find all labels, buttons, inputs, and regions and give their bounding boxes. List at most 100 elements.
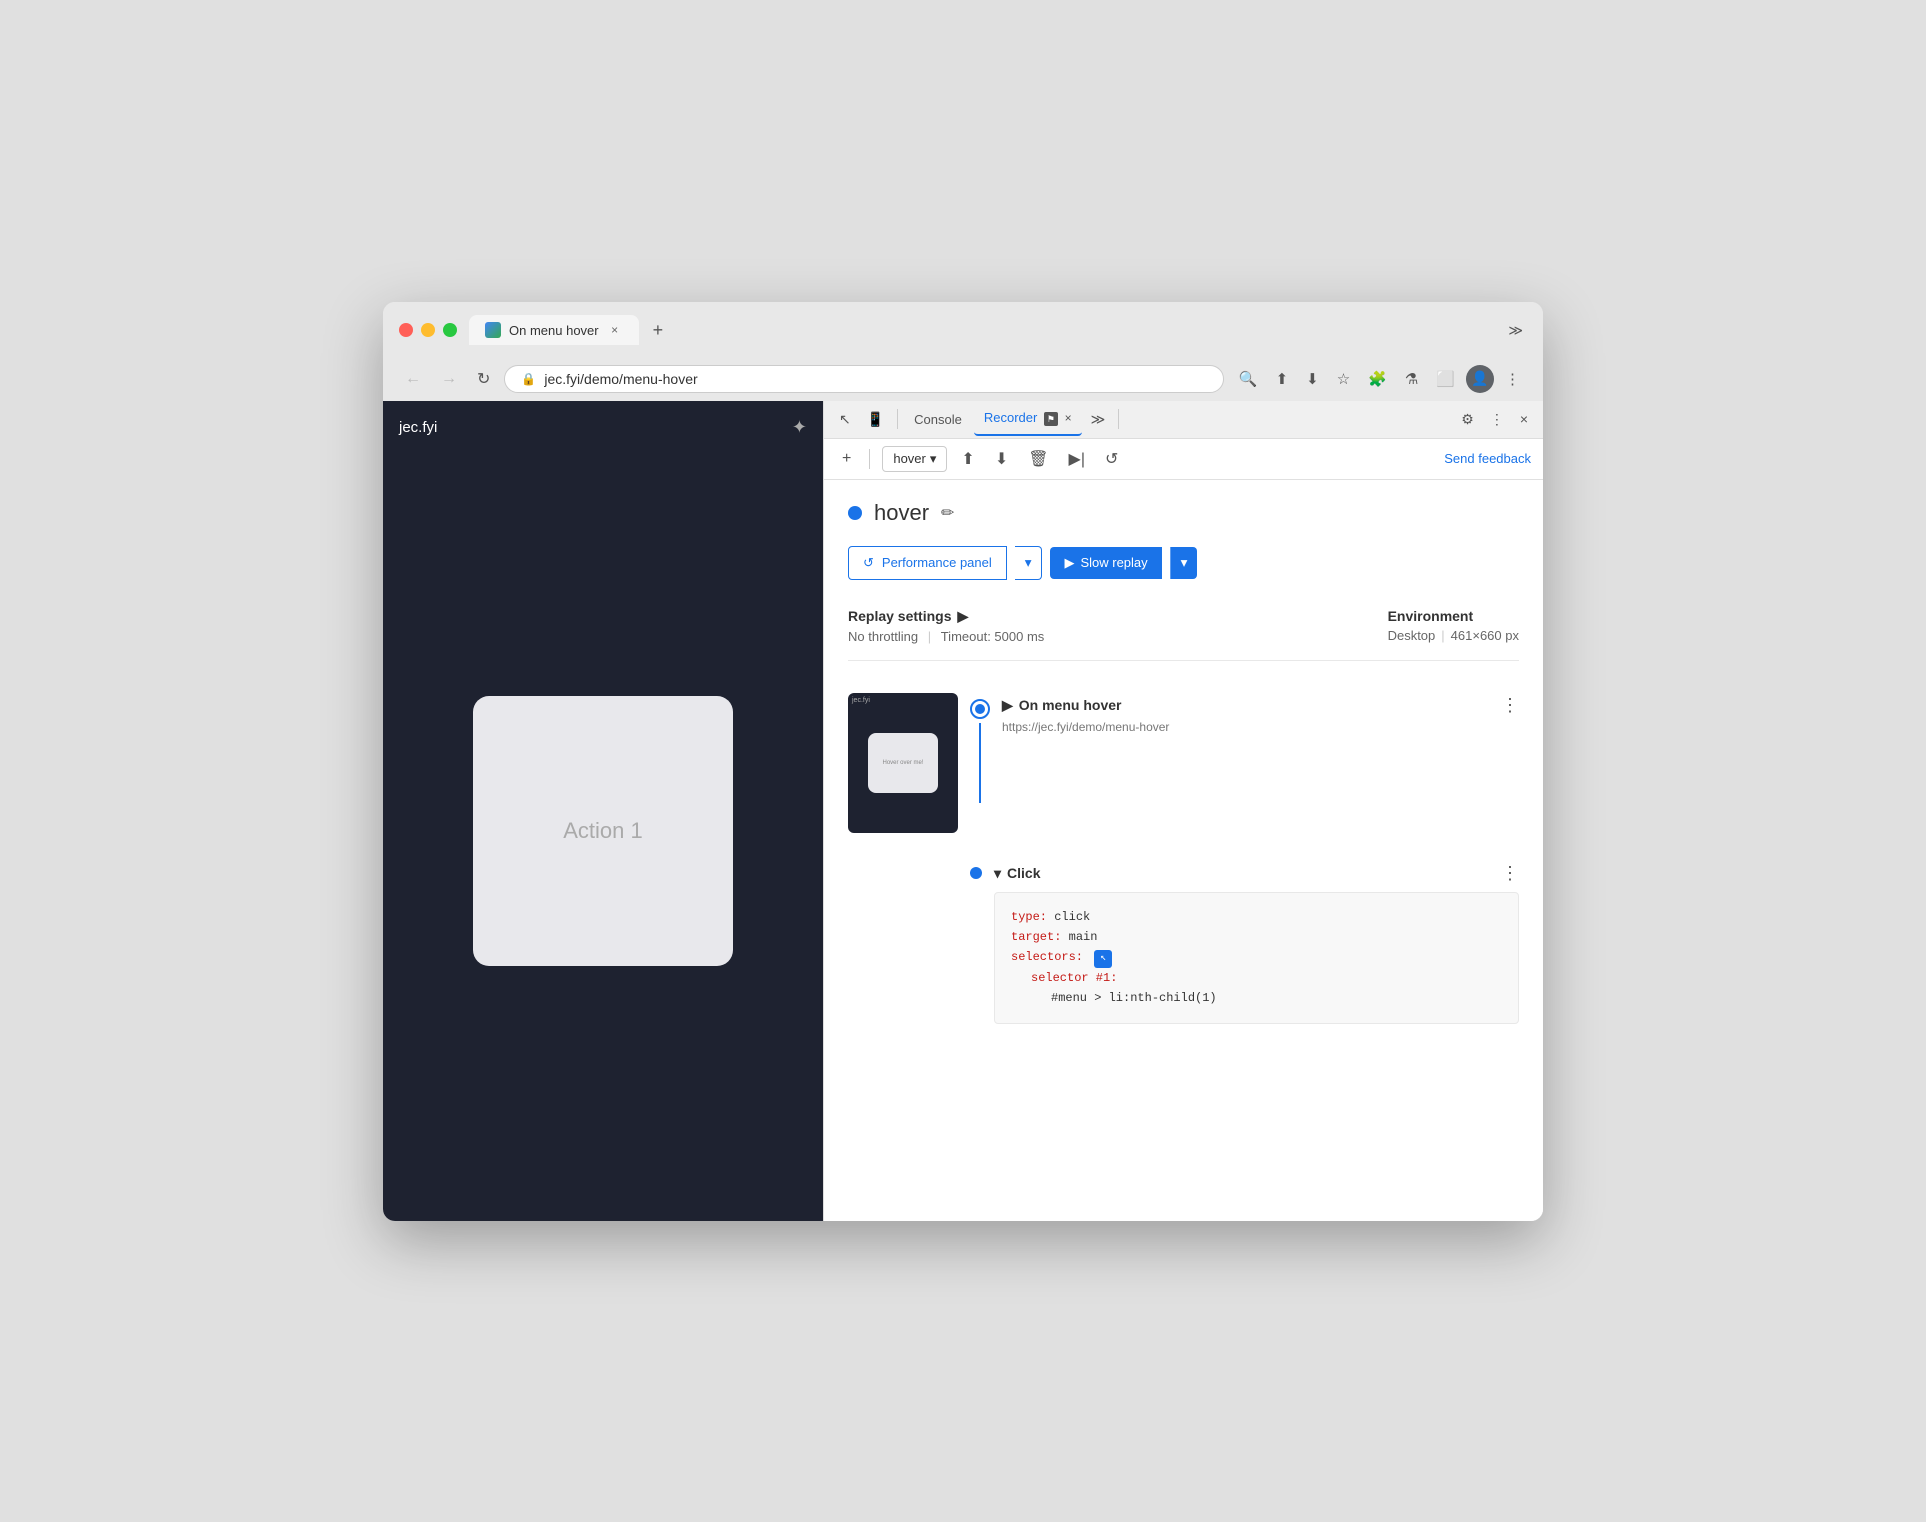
step-1-url: https://jec.fyi/demo/menu-hover xyxy=(1002,720,1519,734)
type-value: click xyxy=(1054,910,1090,924)
export-button[interactable]: ⬆ xyxy=(955,445,980,473)
slow-replay-button[interactable]: ▶ Slow replay xyxy=(1050,547,1161,579)
download-button[interactable]: ⬇ xyxy=(1299,365,1326,393)
replay-settings-label[interactable]: Replay settings ▶ xyxy=(848,608,1044,625)
replay-settings-arrow: ▶ xyxy=(957,608,968,625)
step-2-content: ▾ Click ⋮ type: click xyxy=(994,861,1519,1024)
import-button[interactable]: ⬇ xyxy=(989,445,1014,473)
step-1-title: On menu hover xyxy=(1019,697,1122,713)
step-1-more-button[interactable]: ⋮ xyxy=(1501,695,1519,716)
device-mode-button[interactable]: 📱 xyxy=(860,406,891,433)
recording-title: hover xyxy=(874,500,929,526)
extensions-button[interactable]: 🧩 xyxy=(1361,365,1394,393)
thumbnail-inner: jec.fyi Hover over me! xyxy=(848,693,958,833)
environment-values: Desktop | 461×660 px xyxy=(1388,628,1519,643)
nav-icons: 🔍 ⬆ ⬇ ☆ 🧩 ⚗ ⬜ 👤 ⋮ xyxy=(1232,365,1527,393)
share-button[interactable]: ⬆ xyxy=(1269,365,1296,393)
target-key: target: xyxy=(1011,930,1061,944)
traffic-lights xyxy=(399,323,457,337)
bookmark-button[interactable]: ☆ xyxy=(1330,365,1357,393)
action-label: Action 1 xyxy=(563,818,643,844)
devtools-panel: ↖ 📱 Console Recorder ⚑ × ≫ ⚙ ⋮ × + xyxy=(823,401,1543,1221)
address-bar[interactable]: 🔒 jec.fyi/demo/menu-hover xyxy=(504,365,1223,393)
step-1-circle xyxy=(970,699,990,719)
throttling-value: No throttling xyxy=(848,629,918,644)
step-2-title: Click xyxy=(1007,865,1040,881)
step-2-more-button[interactable]: ⋮ xyxy=(1501,863,1519,884)
slow-replay-dropdown[interactable]: ▾ xyxy=(1170,547,1198,579)
delete-button[interactable]: 🗑 xyxy=(1022,445,1054,473)
code-target-line: target: main xyxy=(1011,927,1502,947)
code-block: type: click target: main selectors: ↖ xyxy=(994,892,1519,1024)
main-content: jec.fyi ✦ Action 1 ↖ 📱 Console Recorder … xyxy=(383,401,1543,1221)
site-title: jec.fyi xyxy=(399,419,437,436)
minimize-window-button[interactable] xyxy=(421,323,435,337)
step-1: jec.fyi Hover over me! xyxy=(848,683,1519,843)
close-window-button[interactable] xyxy=(399,323,413,337)
step-1-line xyxy=(979,723,981,803)
step-1-title-row: ▶ On menu hover ⋮ xyxy=(1002,695,1519,716)
step-1-expand[interactable]: ▶ On menu hover xyxy=(1002,697,1121,714)
active-tab[interactable]: On menu hover × xyxy=(469,315,639,345)
menu-button[interactable]: ⋮ xyxy=(1498,365,1527,393)
performance-panel-dropdown[interactable]: ▾ xyxy=(1015,546,1043,580)
devtools-more-button[interactable]: ⋮ xyxy=(1483,406,1511,433)
lock-icon: 🔒 xyxy=(521,372,536,386)
step-2-dot xyxy=(970,867,982,879)
code-selectors-line: selectors: ↖ xyxy=(1011,947,1502,968)
tab-title: On menu hover xyxy=(509,323,599,338)
devtools-header: ↖ 📱 Console Recorder ⚑ × ≫ ⚙ ⋮ × xyxy=(824,401,1543,439)
header-separator-1 xyxy=(897,409,898,429)
thumbnail-header: jec.fyi xyxy=(852,697,954,704)
thumbnail-card: Hover over me! xyxy=(868,733,938,793)
selector-icon[interactable]: ↖ xyxy=(1094,950,1112,968)
theme-toggle-icon[interactable]: ✦ xyxy=(792,417,807,438)
step-2-title-row: ▾ Click ⋮ xyxy=(994,863,1519,884)
send-feedback-link[interactable]: Send feedback xyxy=(1444,451,1531,466)
reload-button[interactable]: ↻ xyxy=(471,365,496,393)
maximize-window-button[interactable] xyxy=(443,323,457,337)
replay-settings-left: Replay settings ▶ No throttling | Timeou… xyxy=(848,608,1044,644)
flask-button[interactable]: ⚗ xyxy=(1398,365,1425,393)
navigation-bar: ← → ↻ 🔒 jec.fyi/demo/menu-hover 🔍 ⬆ ⬇ ☆ … xyxy=(383,357,1543,401)
recorder-label: Recorder xyxy=(984,410,1037,425)
expand-tabs-button[interactable]: ≫ xyxy=(1504,318,1527,343)
profile-icon: 👤 xyxy=(1471,370,1488,387)
search-button[interactable]: 🔍 xyxy=(1232,365,1265,393)
selectors-key: selectors: xyxy=(1011,950,1083,964)
address-text: jec.fyi/demo/menu-hover xyxy=(544,371,697,387)
split-button[interactable]: ⬜ xyxy=(1429,365,1462,393)
replay-button[interactable]: ▶| xyxy=(1063,445,1091,473)
recording-name-selector[interactable]: hover ▾ xyxy=(882,446,947,472)
recording-name-text: hover xyxy=(893,451,926,466)
close-recorder-tab-button[interactable]: × xyxy=(1065,411,1072,425)
recording-status-dot xyxy=(848,506,862,520)
undo-button[interactable]: ↺ xyxy=(1099,445,1124,473)
step-1-expand-icon: ▶ xyxy=(1002,697,1013,714)
performance-panel-button[interactable]: ↺ Performance panel xyxy=(848,546,1007,580)
perf-panel-label: Performance panel xyxy=(882,555,992,570)
step-2-expand[interactable]: ▾ Click xyxy=(994,865,1041,882)
forward-button[interactable]: → xyxy=(435,366,463,392)
recorder-icon: ⚑ xyxy=(1044,412,1058,426)
perf-icon: ↺ xyxy=(863,555,874,571)
settings-button[interactable]: ⚙ xyxy=(1454,406,1481,433)
inspect-element-button[interactable]: ↖ xyxy=(832,406,858,433)
add-recording-button[interactable]: + xyxy=(836,446,857,472)
close-devtools-button[interactable]: × xyxy=(1513,406,1535,432)
step-1-content: ▶ On menu hover ⋮ https://jec.fyi/demo/m… xyxy=(1002,693,1519,742)
tab-recorder[interactable]: Recorder ⚑ × xyxy=(974,402,1082,436)
new-tab-button[interactable]: + xyxy=(643,314,674,347)
type-key: type: xyxy=(1011,910,1047,924)
recording-title-row: hover ✏ xyxy=(848,500,1519,526)
replay-settings-right: Environment Desktop | 461×660 px xyxy=(1388,608,1519,644)
more-tabs-button[interactable]: ≫ xyxy=(1084,406,1113,433)
profile-button[interactable]: 👤 xyxy=(1466,365,1494,393)
edit-title-icon[interactable]: ✏ xyxy=(941,503,954,523)
slow-replay-label: Slow replay xyxy=(1080,555,1147,570)
resolution-value: 461×660 px xyxy=(1451,628,1519,643)
recorder-main: hover ✏ ↺ Performance panel ▾ ▶ Slow rep… xyxy=(824,480,1543,1221)
back-button[interactable]: ← xyxy=(399,366,427,392)
tab-console[interactable]: Console xyxy=(904,404,972,435)
tab-close-button[interactable]: × xyxy=(607,322,623,338)
